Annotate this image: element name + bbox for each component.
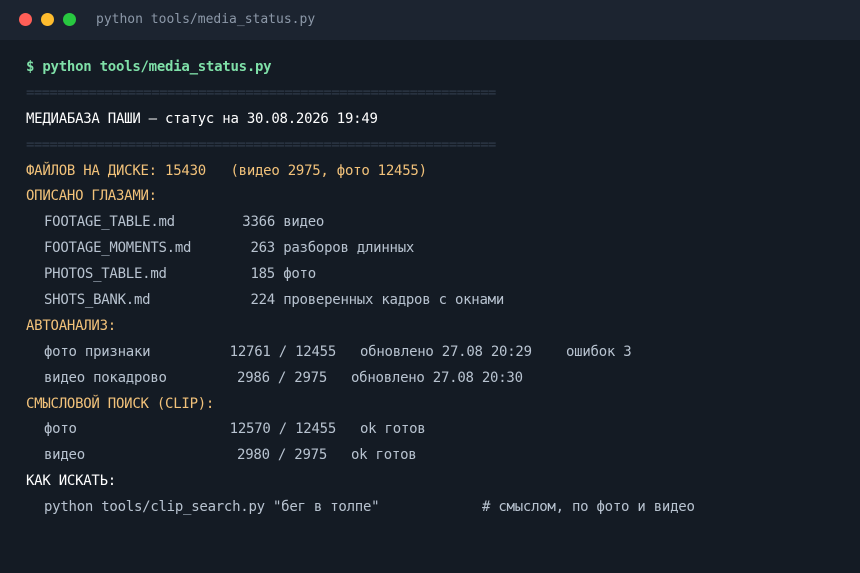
file-count: 3366 (242, 214, 275, 231)
described-section-title: ОПИСАНО ГЛАЗАМИ: (26, 188, 157, 205)
howto-section-title: КАК ИСКАТЬ: (26, 473, 116, 490)
clip-section-title: СМЫСЛОВОЙ ПОИСК (CLIP): (26, 395, 215, 412)
window-title: python tools/media_status.py (96, 12, 316, 27)
howto-row: python tools/clip_search.py "бег в толпе… (26, 495, 850, 521)
title-bar: python tools/media_status.py (0, 0, 860, 40)
clip-ratio: 12570 / 12455 (229, 421, 337, 438)
file-name: SHOTS_BANK.md (44, 292, 151, 309)
terminal-window: python tools/media_status.py $ python to… (0, 0, 860, 573)
minimize-window-button[interactable] (41, 13, 54, 26)
analysis-updated: обновлено 27.08 20:29 (360, 343, 532, 360)
autoanalysis-section-title: АВТОАНАЛИЗ: (26, 317, 116, 334)
clip-status: ok готов (351, 447, 417, 464)
file-desc: разборов длинных (283, 240, 415, 257)
described-row: FOOTAGE_MOMENTS.md 263 разборов длинных (26, 236, 850, 262)
clip-status: ok готов (360, 421, 426, 438)
analysis-ratio: 12761 / 12455 (229, 343, 337, 360)
file-name: FOOTAGE_TABLE.md (44, 214, 175, 231)
separator-rule: ========================================… (26, 136, 496, 153)
file-count: 185 (250, 266, 275, 283)
autoanalysis-row: фото признаки 12761 / 12455 обновлено 27.0… (26, 340, 850, 366)
file-count: 263 (250, 240, 275, 257)
file-desc: проверенных кадров с окнами (283, 292, 505, 309)
maximize-window-button[interactable] (63, 13, 76, 26)
terminal-output[interactable]: $ python tools/media_status.py =========… (26, 55, 850, 521)
clip-name: фото (44, 421, 77, 438)
file-count: 224 (250, 292, 275, 309)
file-desc: фото (283, 266, 316, 283)
clip-name: видео (44, 447, 85, 464)
analysis-ratio: 2986 / 2975 (237, 369, 327, 386)
status-header: МЕДИАБАЗА ПАШИ — статус на 30.08.2026 19… (26, 110, 378, 127)
search-command: python tools/clip_search.py "бег в толпе… (44, 499, 380, 516)
search-comment: # смыслом, по фото и видео (482, 499, 695, 516)
autoanalysis-row: видео покадрово 2986 / 2975 обновлено 27.0… (26, 366, 850, 392)
separator-rule: ========================================… (26, 84, 496, 101)
analysis-updated: обновлено 27.08 20:30 (351, 369, 523, 386)
files-on-disk-line: ФАЙЛОВ НА ДИСКЕ: 15430 (видео 2975, фото… (26, 162, 427, 179)
file-name: FOOTAGE_MOMENTS.md (44, 240, 192, 257)
clip-ratio: 2980 / 2975 (237, 447, 327, 464)
clip-row: фото 12570 / 12455 ok готов (26, 417, 850, 443)
described-row: FOOTAGE_TABLE.md 3366 видео (26, 210, 850, 236)
clip-row: видео 2980 / 2975 ok готов (26, 443, 850, 469)
analysis-name: фото признаки (44, 343, 151, 360)
close-window-button[interactable] (19, 13, 32, 26)
analysis-name: видео покадрово (44, 369, 167, 386)
described-row: SHOTS_BANK.md 224 проверенных кадров с ок… (26, 288, 850, 314)
described-row: PHOTOS_TABLE.md 185 фото (26, 262, 850, 288)
file-name: PHOTOS_TABLE.md (44, 266, 167, 283)
file-desc: видео (283, 214, 325, 231)
analysis-errors: ошибок 3 (566, 343, 632, 360)
command-prompt: $ python tools/media_status.py (26, 59, 272, 75)
